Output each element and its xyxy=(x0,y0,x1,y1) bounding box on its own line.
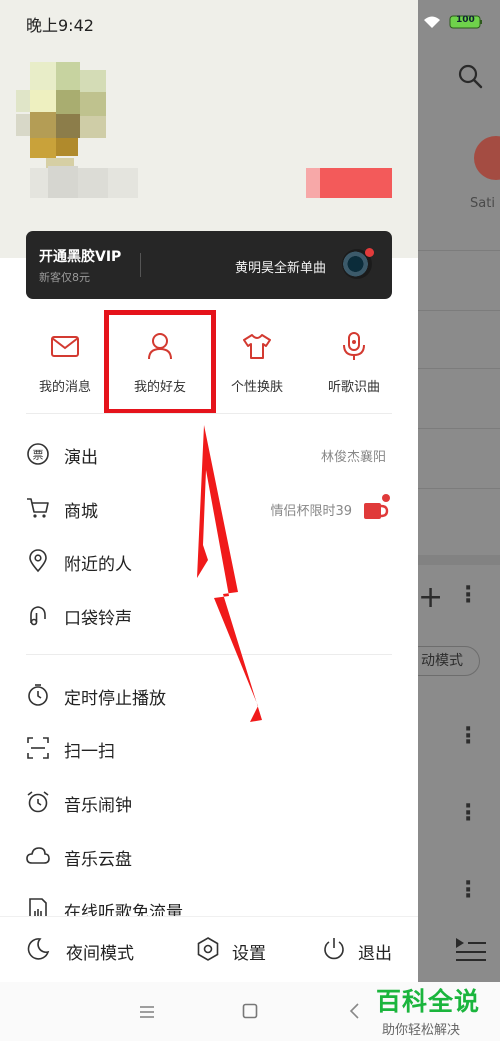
mug-icon xyxy=(364,494,390,519)
background-plus-icon[interactable]: + xyxy=(418,580,443,615)
svg-text:票: 票 xyxy=(33,449,44,462)
menu-hint: 情侣杯限时39 xyxy=(270,504,352,519)
vip-banner[interactable]: 开通黑胶VIP 新客仅8元 黄明昊全新单曲 xyxy=(26,231,392,299)
watermark-subtitle: 助你轻松解决 xyxy=(382,1023,461,1038)
quick-action-label: 个性换肤 xyxy=(230,380,283,395)
menu-label: 扫一扫 xyxy=(64,742,115,762)
background-more-icon[interactable]: · · · xyxy=(464,873,472,908)
watermark: 百科全说 助你轻松解决 xyxy=(370,982,500,1041)
vip-title: 开通黑胶VIP xyxy=(39,249,122,265)
menu-item-scan[interactable]: 扫一扫 xyxy=(0,728,418,768)
menu-label: 口袋铃声 xyxy=(64,609,132,629)
menu-item-sleep-timer[interactable]: 定时停止播放 xyxy=(0,675,418,715)
back-icon[interactable] xyxy=(348,1002,360,1020)
bottom-label: 夜间模式 xyxy=(66,944,134,964)
moon-icon xyxy=(27,938,50,960)
menu-item-shows[interactable]: 票 演出 林俊杰襄阳 xyxy=(0,434,418,474)
quick-action-label: 我的消息 xyxy=(38,380,91,395)
menu-item-mall[interactable]: 商城 情侣杯限时39 xyxy=(0,488,418,528)
background-divider xyxy=(418,555,500,565)
mic-icon xyxy=(343,332,365,360)
background-divider xyxy=(418,250,500,251)
menu-item-ringtone[interactable]: 口袋铃声 xyxy=(0,595,418,635)
highlight-box xyxy=(104,310,216,414)
watermark-title: 百科全说 xyxy=(376,987,481,1016)
exit-button[interactable]: 退出 xyxy=(322,917,402,982)
mail-icon xyxy=(51,336,79,357)
quick-action-messages[interactable]: 我的消息 xyxy=(13,330,117,395)
menu-label: 演出 xyxy=(64,448,98,468)
timer-icon xyxy=(28,684,48,706)
drawer-bottom-bar: 夜间模式 设置 退出 xyxy=(0,916,418,982)
divider xyxy=(140,253,141,277)
bottom-label: 退出 xyxy=(358,944,392,964)
quick-action-recognize[interactable]: 听歌识曲 xyxy=(302,330,406,395)
menu-item-cloud[interactable]: 音乐云盘 xyxy=(0,836,418,876)
cart-icon xyxy=(27,498,49,518)
background-more-icon[interactable]: · · · xyxy=(464,578,472,613)
tshirt-icon xyxy=(243,334,271,359)
menu-icon[interactable] xyxy=(138,1004,156,1020)
ticket-icon: 票 xyxy=(27,443,49,465)
vip-subtitle: 新客仅8元 xyxy=(39,271,90,284)
menu-label: 定时停止播放 xyxy=(64,689,166,709)
divider xyxy=(26,654,392,655)
location-icon xyxy=(29,549,47,573)
notification-dot xyxy=(365,248,374,257)
background-divider xyxy=(418,310,500,311)
cloud-icon xyxy=(26,847,50,864)
vip-promo-text: 黄明昊全新单曲 xyxy=(234,261,326,276)
background-more-icon[interactable]: · · · xyxy=(464,719,472,754)
scan-icon xyxy=(27,737,49,759)
night-mode-button[interactable]: 夜间模式 xyxy=(26,917,156,982)
background-more-icon[interactable]: · · · xyxy=(464,796,472,831)
quick-action-skin[interactable]: 个性换肤 xyxy=(205,330,309,395)
divider xyxy=(26,413,392,414)
search-icon[interactable] xyxy=(456,62,486,92)
settings-button[interactable]: 设置 xyxy=(196,917,286,982)
menu-label: 商城 xyxy=(64,502,98,522)
power-icon xyxy=(324,938,344,960)
background-tab-label: Sati xyxy=(470,196,495,211)
menu-item-nearby[interactable]: 附近的人 xyxy=(0,541,418,581)
background-divider xyxy=(418,488,500,489)
side-drawer: 晚上9:42 开通黑胶VIP 新客仅8元 黄明昊全新单曲 我的消息 我的好友 个… xyxy=(0,0,418,982)
quick-action-label: 听歌识曲 xyxy=(327,380,380,395)
menu-label: 音乐闹钟 xyxy=(64,796,132,816)
menu-label: 附近的人 xyxy=(64,555,132,575)
background-divider xyxy=(418,428,500,429)
settings-icon xyxy=(197,937,219,961)
status-time: 晚上9:42 xyxy=(26,16,94,35)
ringtone-icon xyxy=(30,606,46,626)
background-divider xyxy=(418,368,500,369)
menu-label: 音乐云盘 xyxy=(64,850,132,870)
menu-item-alarm[interactable]: 音乐闹钟 xyxy=(0,782,418,822)
alarm-icon xyxy=(27,791,49,813)
menu-hint: 林俊杰襄阳 xyxy=(320,450,386,465)
home-icon[interactable] xyxy=(242,1003,258,1019)
bottom-label: 设置 xyxy=(232,944,266,964)
playlist-icon[interactable] xyxy=(454,936,488,962)
battery-level: 100 xyxy=(456,15,475,25)
